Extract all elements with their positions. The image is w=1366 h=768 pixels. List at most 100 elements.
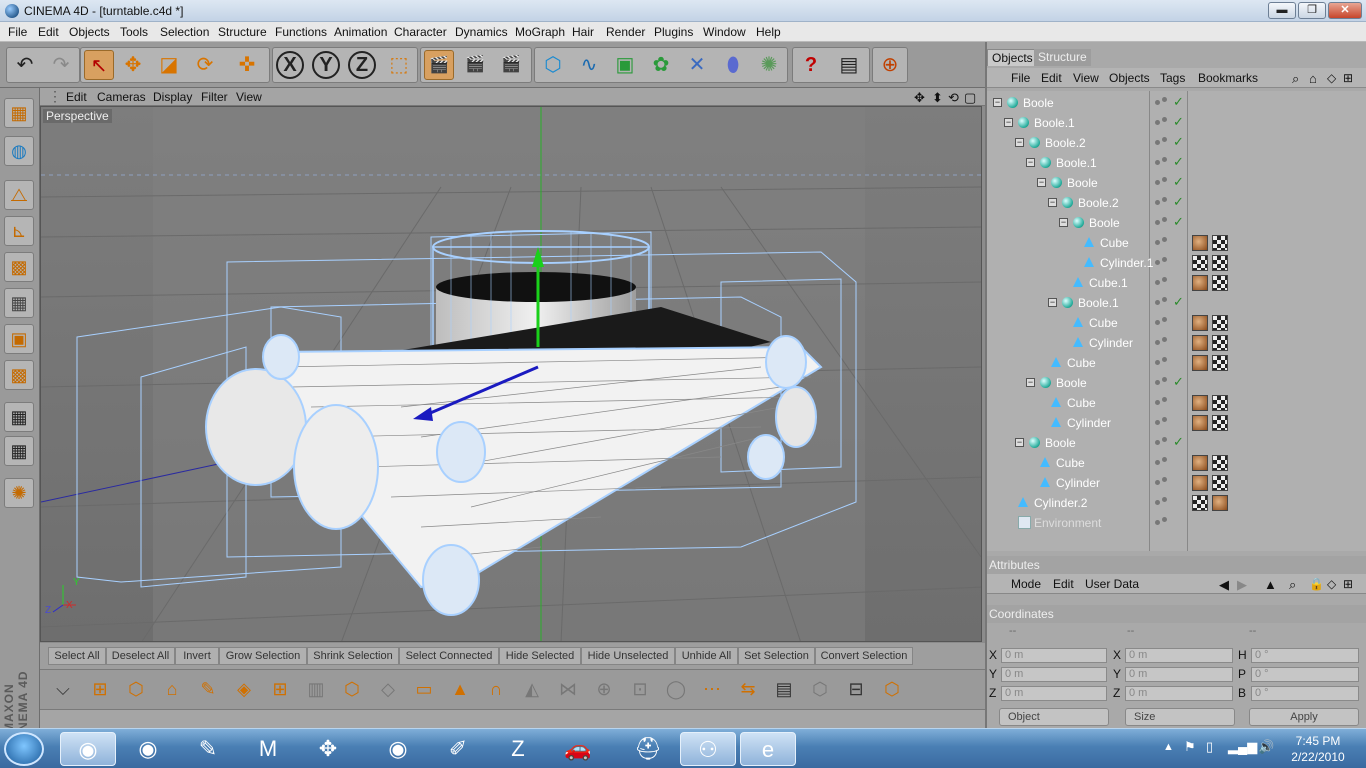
structure-options-icon[interactable]: ⊟ (841, 674, 871, 704)
object-row[interactable]: − Boole.2 ✓ (987, 133, 1366, 153)
object-name[interactable]: Boole.1 (1078, 296, 1119, 310)
visibility-dots-icon[interactable] (1155, 317, 1169, 329)
object-name[interactable]: Boole (1045, 436, 1076, 450)
help-icon[interactable]: ? (796, 50, 826, 80)
attr-layer-icon[interactable]: ◇ (1327, 577, 1336, 591)
texture-tag-icon[interactable] (1192, 255, 1208, 271)
visibility-dots-icon[interactable] (1155, 477, 1169, 489)
menu-plugins[interactable]: Plugins (654, 25, 693, 39)
visibility-dots-icon[interactable] (1155, 157, 1169, 169)
polygons-mode-icon[interactable]: ▣ (4, 324, 34, 354)
tray-flag-icon[interactable]: ⚑ (1184, 739, 1196, 755)
layer-icon[interactable]: ◇ (1327, 71, 1336, 85)
zip-app-icon[interactable]: Z (490, 732, 546, 766)
obj-menu-objects[interactable]: Objects (1109, 71, 1150, 85)
convert-selection-button[interactable]: Convert Selection (815, 647, 913, 665)
zoom-view-icon[interactable]: ⬍ (932, 90, 943, 106)
enabled-check-icon[interactable]: ✓ (1173, 294, 1184, 310)
shrink-selection-button[interactable]: Shrink Selection (307, 647, 399, 665)
object-row[interactable]: − Boole ✓ (987, 93, 1366, 113)
enabled-check-icon[interactable]: ✓ (1173, 94, 1184, 110)
menu-structure[interactable]: Structure (218, 25, 267, 39)
brush-icon[interactable]: ▭ (409, 674, 439, 704)
system-clock[interactable]: 7:45 PM 2/22/2010 (1278, 733, 1358, 765)
enabled-check-icon[interactable]: ✓ (1173, 434, 1184, 450)
object-name[interactable]: Cube (1056, 456, 1085, 470)
visibility-dots-icon[interactable] (1155, 217, 1169, 229)
minimize-button[interactable]: ▬ (1268, 2, 1296, 19)
perspective-viewport[interactable]: Y X Z Perspective (40, 106, 982, 642)
texture-tag-icon[interactable] (1192, 495, 1208, 511)
deselect-all-button[interactable]: Deselect All (106, 647, 175, 665)
object-name[interactable]: Boole (1023, 96, 1054, 110)
home-icon[interactable]: ⌂ (1309, 71, 1317, 86)
unhide-all-button[interactable]: Unhide All (675, 647, 738, 665)
menu-objects[interactable]: Objects (69, 25, 110, 39)
object-name[interactable]: Boole.1 (1056, 156, 1097, 170)
maximize-button[interactable]: ❐ (1298, 2, 1326, 19)
normal-rotate-icon[interactable]: ◯ (661, 674, 691, 704)
obj-menu-file[interactable]: File (1011, 71, 1030, 85)
visibility-dots-icon[interactable] (1155, 417, 1169, 429)
cinema4d-app-2-icon[interactable]: ◉ (120, 732, 176, 766)
object-row[interactable]: Cylinder (987, 413, 1366, 433)
triangulate-icon[interactable]: ⬡ (805, 674, 835, 704)
menu-functions[interactable]: Functions (275, 25, 327, 39)
obj-menu-edit[interactable]: Edit (1041, 71, 1062, 85)
expand-toggle-icon[interactable]: − (1048, 198, 1057, 207)
grow-selection-button[interactable]: Grow Selection (219, 647, 307, 665)
render-settings-icon[interactable]: 🎬 (496, 50, 526, 80)
object-row[interactable]: Cylinder.2 (987, 493, 1366, 513)
make-editable-icon[interactable]: ⬡ (877, 674, 907, 704)
object-name[interactable]: Boole.2 (1078, 196, 1119, 210)
add-point-icon[interactable]: ⊞ (85, 674, 115, 704)
bridge-icon[interactable]: ▥ (301, 674, 331, 704)
menu-file[interactable]: File (8, 25, 27, 39)
rotate-icon[interactable]: ⟳ (190, 50, 220, 80)
texture-tag-icon[interactable] (1212, 355, 1228, 371)
enabled-check-icon[interactable]: ✓ (1173, 214, 1184, 230)
matrix-extrude-icon[interactable]: ⬡ (337, 674, 367, 704)
tray-device-icon[interactable]: ▯ (1206, 739, 1213, 755)
size-field[interactable]: 0 m (1125, 648, 1233, 663)
enabled-check-icon[interactable]: ✓ (1173, 174, 1184, 190)
rotation-field[interactable]: 0 ° (1251, 648, 1359, 663)
slide-icon[interactable]: ⊕ (589, 674, 619, 704)
axis-mode-icon[interactable]: ⊾ (4, 216, 34, 246)
object-name[interactable]: Cylinder.2 (1034, 496, 1087, 510)
tab-structure[interactable]: Structure (1034, 49, 1091, 66)
object-name[interactable]: Boole.2 (1045, 136, 1086, 150)
blender-app-icon[interactable]: ◉ (370, 732, 426, 766)
expand-toggle-icon[interactable]: − (1015, 138, 1024, 147)
menu-animation[interactable]: Animation (334, 25, 387, 39)
volume-icon[interactable]: 🔊 (1258, 739, 1274, 755)
show-hidden-icons-icon[interactable]: ▲ (1163, 741, 1174, 753)
texture-mode-icon[interactable]: ▦ (4, 402, 34, 432)
texture-tag-icon[interactable] (1212, 455, 1228, 471)
points-mode-icon[interactable]: ▩ (4, 252, 34, 282)
material-tag-icon[interactable] (1212, 495, 1228, 511)
object-name[interactable]: Cylinder.1 (1100, 256, 1153, 270)
viewport-menu-view[interactable]: View (236, 90, 262, 104)
animation-mode-icon[interactable]: ✺ (4, 478, 34, 508)
object-row[interactable]: − Boole.1 ✓ (987, 153, 1366, 173)
expand-toggle-icon[interactable]: − (1048, 298, 1057, 307)
object-row[interactable]: − Boole ✓ (987, 373, 1366, 393)
tab-objects[interactable]: Objects (987, 49, 1038, 66)
maxon-app-icon[interactable]: M (240, 732, 296, 766)
cinema4d-app-icon[interactable]: ◉ (60, 732, 116, 766)
material-tag-icon[interactable] (1192, 235, 1208, 251)
new-panel-icon[interactable]: ⊞ (1343, 71, 1353, 85)
optimize-icon[interactable]: ▤ (769, 674, 799, 704)
viewport-menu-edit[interactable]: Edit (66, 90, 87, 104)
size-field[interactable]: 0 m (1125, 667, 1233, 682)
obj-menu-tags[interactable]: Tags (1160, 71, 1185, 85)
redo-icon[interactable]: ↷ (46, 50, 76, 80)
object-name[interactable]: Boole (1056, 376, 1087, 390)
menu-tools[interactable]: Tools (120, 25, 148, 39)
x-axis-icon[interactable]: X (276, 51, 304, 79)
menu-character[interactable]: Character (394, 25, 447, 39)
object-row[interactable]: − Boole ✓ (987, 213, 1366, 233)
enabled-check-icon[interactable]: ✓ (1173, 374, 1184, 390)
z-axis-icon[interactable]: Z (348, 51, 376, 79)
